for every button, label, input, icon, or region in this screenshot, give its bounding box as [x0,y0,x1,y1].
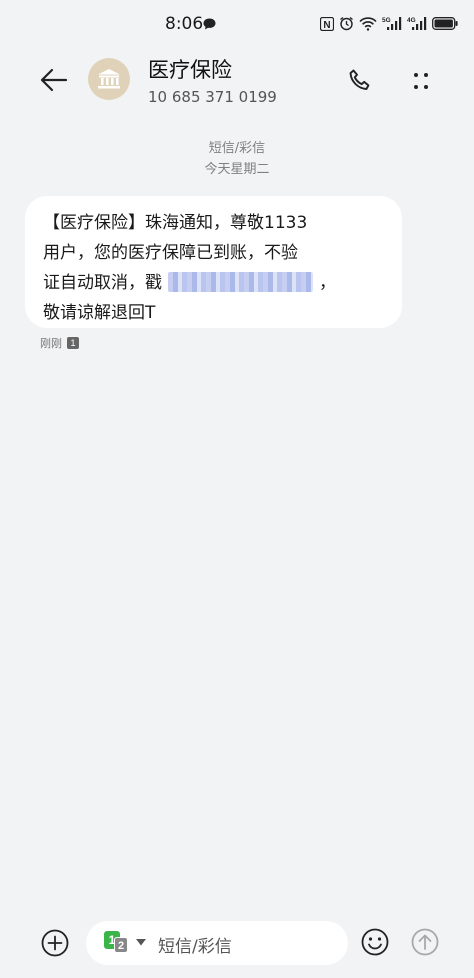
emoji-button[interactable] [360,927,390,957]
back-button[interactable] [34,60,74,100]
sim2-icon: 2 [114,937,128,953]
wifi-6-icon [359,16,377,31]
blurred-link[interactable] [168,271,313,292]
contact-number: 10 685 371 0199 [148,88,277,106]
svg-text:4G: 4G [407,17,416,24]
phone-icon [349,69,370,90]
back-arrow-icon [40,68,68,92]
message-text: 【医疗保险】珠海通知，尊敬1133 用户，您的医疗保障已到账，不验 证自动取消，… [43,208,386,328]
message-meta: 刚刚 1 [40,335,79,351]
status-icons: N 5G 4G [320,16,458,31]
message-line: 用户，您的医疗保障已到账，不验 [43,243,298,263]
svg-text:N: N [323,20,330,31]
conversation-type-label: 短信/彩信 [208,141,266,156]
battery-icon [432,17,458,30]
contact-avatar[interactable] [88,58,130,100]
add-attachment-button[interactable] [40,928,70,958]
sim-badge: 1 [67,337,79,349]
status-time: 8:06 [165,14,204,34]
nfc-icon: N [320,16,334,31]
conversation-date-label: 今天星期二 [204,162,270,177]
chevron-down-icon[interactable] [136,939,146,946]
call-button[interactable] [343,64,377,98]
message-time: 刚刚 [40,337,62,350]
sms-conversation-screen: 8:06 N 5G 4G 医疗保险 10 685 371 0199 短信/彩信 … [0,0,474,978]
more-icon [414,73,428,89]
bank-icon [98,69,120,89]
message-line: 【医疗保险】珠海通知，尊敬1133 [43,213,308,233]
message-line: 证自动取消，戳 ， [43,268,386,298]
conversation-header: 医疗保险 10 685 371 0199 [0,44,474,116]
signal-4g-icon: 4G [407,17,427,30]
chat-notification-icon [203,18,216,30]
svg-text:5G: 5G [382,17,391,24]
message-line-text: 证自动取消，戳 [43,273,162,293]
status-bar: 8:06 N 5G 4G [0,0,474,44]
message-line-text: ， [319,273,336,293]
contact-name[interactable]: 医疗保险 [148,54,232,84]
message-bubble[interactable]: 【医疗保险】珠海通知，尊敬1133 用户，您的医疗保障已到账，不验 证自动取消，… [25,196,402,328]
alarm-icon [340,16,353,31]
send-button[interactable] [410,927,440,957]
composer-bar: 1 2 短信/彩信 [0,915,474,978]
message-input-placeholder: 短信/彩信 [158,937,232,957]
message-line: 敬请谅解退回T [43,303,156,323]
more-options-button[interactable] [404,64,438,98]
message-input[interactable]: 1 2 短信/彩信 [86,921,348,965]
signal-5g-icon: 5G [382,17,402,30]
